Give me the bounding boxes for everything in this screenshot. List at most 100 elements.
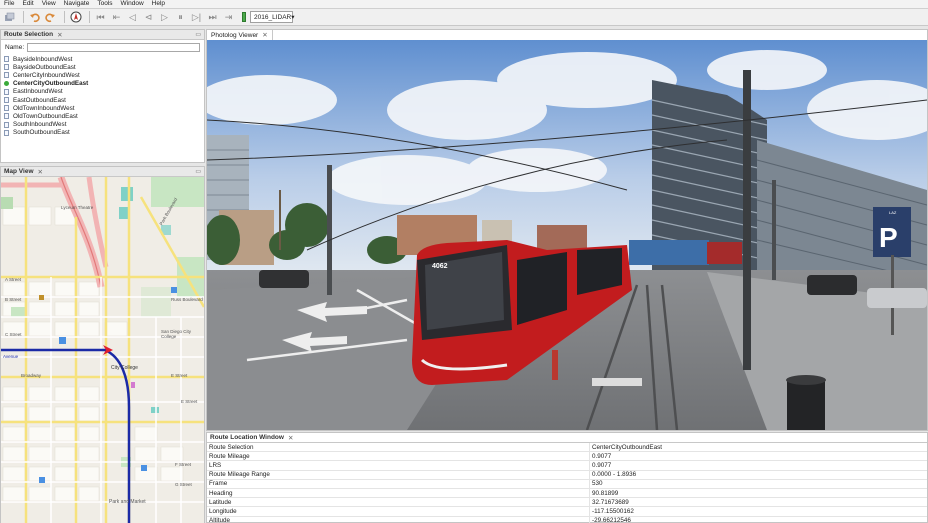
map-label: E Street xyxy=(171,373,188,378)
property-value: 0.9077 xyxy=(592,452,612,460)
table-row: Longitude -117.15500162 xyxy=(207,507,927,517)
property-label: Frame xyxy=(207,479,590,488)
route-file-icon xyxy=(4,113,9,120)
dataset-value: 2016_LIDAR xyxy=(254,13,292,21)
route-list-item[interactable]: BaysideOutboundEast xyxy=(4,63,204,71)
name-label: Name: xyxy=(5,44,25,51)
photolog-viewer-panel: Photolog Viewer ✕ P LAZ 4062 xyxy=(206,29,928,431)
step-back-icon[interactable]: ◁ xyxy=(126,11,139,24)
map-label: G Street xyxy=(175,482,192,487)
route-name: OldTownOutboundEast xyxy=(13,112,78,120)
close-icon[interactable]: ✕ xyxy=(57,31,62,39)
property-value: 530 xyxy=(592,480,603,488)
map-label: E Street xyxy=(181,399,198,404)
route-name: BaysideOutboundEast xyxy=(13,63,76,71)
map-label: San Diego City College xyxy=(161,329,192,339)
name-filter-row: Name: xyxy=(1,40,204,55)
close-icon[interactable]: ✕ xyxy=(288,434,293,442)
map-label: City College xyxy=(111,365,138,371)
step-last-icon[interactable]: ⇥ xyxy=(222,11,235,24)
compass-icon[interactable] xyxy=(69,11,82,24)
route-file-icon xyxy=(4,129,9,136)
street-photo[interactable]: P LAZ 4062 xyxy=(207,40,927,430)
map-label: B Street xyxy=(5,297,22,302)
map-drawing xyxy=(1,177,204,523)
status-indicator xyxy=(242,12,246,22)
route-list: BaysideInboundWest BaysideOutboundEast Cen… xyxy=(1,55,204,137)
pause-icon[interactable]: ⏸ xyxy=(174,11,187,24)
layers-icon[interactable] xyxy=(3,11,16,24)
property-label: Heading xyxy=(207,488,590,498)
map-label: C Street xyxy=(5,332,22,337)
route-list-item[interactable]: EastOutboundEast xyxy=(4,96,204,104)
route-name: EastInboundWest xyxy=(13,88,63,96)
property-label: Route Selection xyxy=(207,443,590,452)
table-row: Route Mileage Range 0.0000 - 1.8936 xyxy=(207,470,927,480)
previous-icon[interactable]: ⊲ xyxy=(142,11,155,24)
route-list-item[interactable]: OldTownInboundWest xyxy=(4,104,204,112)
skip-first-icon[interactable]: ⏮ xyxy=(94,11,107,24)
map-canvas[interactable]: Lyceum Theatre Park Boulevard A Street B… xyxy=(1,177,204,523)
route-file-icon xyxy=(4,121,9,128)
parking-sign-label: LAZ xyxy=(889,210,897,215)
close-icon[interactable]: ✕ xyxy=(262,31,267,39)
close-icon[interactable]: ✕ xyxy=(38,168,43,176)
property-label: Longitude xyxy=(207,507,590,516)
route-file-icon xyxy=(4,64,9,71)
tab-photolog-viewer[interactable]: Photolog Viewer ✕ xyxy=(207,30,273,40)
route-list-item[interactable]: BaysideInboundWest xyxy=(4,55,204,63)
minimize-icon[interactable]: ▭ xyxy=(195,168,201,175)
menu-file[interactable]: File xyxy=(0,0,18,8)
menu-edit[interactable]: Edit xyxy=(18,0,37,8)
route-file-icon xyxy=(4,72,9,79)
table-row: Latitude 32.71673689 xyxy=(207,498,927,508)
property-value: -29.66212546 xyxy=(592,517,631,523)
route-selection-panel: Route Selection ✕ ▭ Name: BaysideInbound… xyxy=(0,29,205,163)
table-row: LRS 0.9077 xyxy=(207,461,927,471)
minimize-icon[interactable]: ▭ xyxy=(195,31,201,38)
route-list-item[interactable]: EastInboundWest xyxy=(4,88,204,96)
skip-last-icon[interactable]: ⏭ xyxy=(206,11,219,24)
route-list-item[interactable]: CenterCityOutboundEast xyxy=(4,80,204,88)
route-name: OldTownInboundWest xyxy=(13,104,75,112)
map-view-panel: Map View ✕ ▭ Lyceum Theatre Park Bouleva… xyxy=(0,166,205,523)
route-name: EastOutboundEast xyxy=(13,96,66,104)
route-list-item[interactable]: CenterCityInboundWest xyxy=(4,71,204,79)
route-name: CenterCityOutboundEast xyxy=(13,80,89,88)
route-name: CenterCityInboundWest xyxy=(13,71,80,79)
table-row: Heading 90.81899 xyxy=(207,488,927,499)
street-photo-image xyxy=(207,40,927,430)
panel-title: Route Location Window xyxy=(210,434,284,441)
step-forward-icon[interactable]: ▷| xyxy=(190,11,203,24)
panel-header: Route Location Window ✕ xyxy=(207,433,927,443)
property-label: Altitude xyxy=(207,516,590,523)
route-list-item[interactable]: SouthOutboundEast xyxy=(4,129,204,137)
property-value: 0.9077 xyxy=(592,461,612,469)
property-value: 0.0000 - 1.8936 xyxy=(592,471,637,479)
play-icon[interactable]: ▷ xyxy=(158,11,171,24)
menu-view[interactable]: View xyxy=(38,0,60,8)
menu-tools[interactable]: Tools xyxy=(93,0,116,8)
menu-help[interactable]: Help xyxy=(148,0,169,8)
parking-sign: P xyxy=(879,222,898,253)
route-name: SouthInboundWest xyxy=(13,121,67,129)
tram-number: 4062 xyxy=(432,263,448,270)
property-value: 32.71673689 xyxy=(592,498,629,506)
property-value: 90.81899 xyxy=(592,489,619,497)
route-list-item[interactable]: SouthInboundWest xyxy=(4,121,204,129)
name-filter-input[interactable] xyxy=(27,43,200,52)
map-label: Park and Market xyxy=(109,499,146,505)
route-file-icon xyxy=(4,88,9,95)
undo-icon[interactable] xyxy=(28,11,41,24)
dataset-select[interactable]: 2016_LIDAR ▾ xyxy=(250,11,295,23)
map-label: Avenue xyxy=(3,354,19,359)
route-file-icon xyxy=(4,105,9,112)
route-name: SouthOutboundEast xyxy=(13,129,70,137)
toolbar: ⏮ ⇤ ◁ ⊲ ▷ ⏸ ▷| ⏭ ⇥ 2016_LIDAR ▾ xyxy=(0,9,928,26)
redo-icon[interactable] xyxy=(44,11,57,24)
panel-title: Photolog Viewer xyxy=(211,31,259,39)
step-first-icon[interactable]: ⇤ xyxy=(110,11,123,24)
menu-window[interactable]: Window xyxy=(117,0,148,8)
route-list-item[interactable]: OldTownOutboundEast xyxy=(4,112,204,120)
menu-navigate[interactable]: Navigate xyxy=(60,0,94,8)
